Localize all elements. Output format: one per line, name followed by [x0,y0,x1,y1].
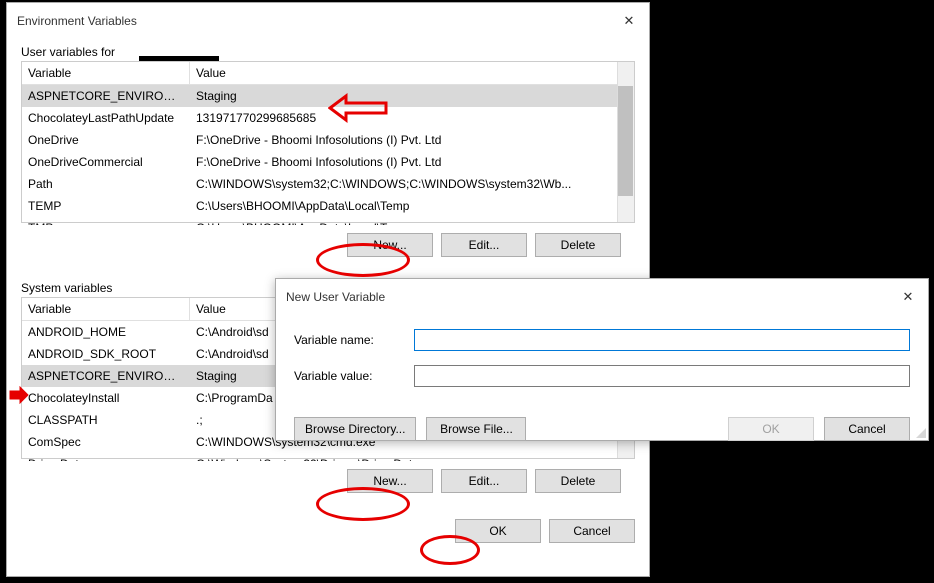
user-new-button[interactable]: New... [347,233,433,257]
system-vars-label: System variables [21,281,112,295]
cell-variable: ASPNETCORE_ENVIRONMENT [22,87,190,105]
cell-variable: ChocolateyLastPathUpdate [22,109,190,127]
cell-variable: OneDriveCommercial [22,153,190,171]
table-header: Variable Value [22,62,634,85]
table-row[interactable]: TEMPC:\Users\BHOOMI\AppData\Local\Temp [22,195,634,217]
browse-file-button[interactable]: Browse File... [426,417,526,441]
scrollbar[interactable] [617,62,634,222]
system-new-button[interactable]: New... [347,469,433,493]
var-name-label: Variable name: [294,333,414,347]
table-row[interactable]: DriverDataC:\Windows\System32\Drivers\Dr… [22,453,634,461]
dialog-body: Variable name: Variable value: [276,315,928,411]
dialog-ok-button[interactable]: OK [728,417,814,441]
system-edit-button[interactable]: Edit... [441,469,527,493]
close-icon[interactable]: ✕ [609,9,649,33]
cell-value: C:\Windows\System32\Drivers\DriverData [190,455,634,461]
table-row[interactable]: OneDriveF:\OneDrive - Bhoomi Infosolutio… [22,129,634,151]
cell-value: F:\OneDrive - Bhoomi Infosolutions (I) P… [190,153,634,171]
user-vars-group: User variables for Variable Value ASPNET… [21,45,635,263]
browse-dir-button[interactable]: Browse Directory... [294,417,416,441]
user-btn-row: New... Edit... Delete [21,223,635,263]
titlebar: Environment Variables ✕ [7,3,649,39]
table-row[interactable]: ChocolateyLastPathUpdate1319717702996856… [22,107,634,129]
cell-variable: TEMP [22,197,190,215]
resize-grip-icon[interactable] [914,426,926,438]
col-value[interactable]: Value [190,62,634,84]
cell-variable: ANDROID_HOME [22,323,190,341]
table-row[interactable]: TMPC:\Users\BHOOMI\AppData\Local\Temp [22,217,634,225]
var-value-label: Variable value: [294,369,414,383]
cell-variable: DriverData [22,455,190,461]
user-vars-table[interactable]: Variable Value ASPNETCORE_ENVIRONMENTSta… [21,61,635,223]
cell-value: F:\OneDrive - Bhoomi Infosolutions (I) P… [190,131,634,149]
table-row[interactable]: OneDriveCommercialF:\OneDrive - Bhoomi I… [22,151,634,173]
user-vars-label: User variables for [21,45,115,59]
system-delete-button[interactable]: Delete [535,469,621,493]
dialog-titlebar: New User Variable ✕ [276,279,928,315]
table-row[interactable]: PathC:\WINDOWS\system32;C:\WINDOWS;C:\WI… [22,173,634,195]
window-title: Environment Variables [17,14,137,28]
var-name-input[interactable] [414,329,910,351]
cell-variable: OneDrive [22,131,190,149]
cell-variable: ComSpec [22,433,190,451]
new-var-dialog: New User Variable ✕ Variable name: Varia… [275,278,929,441]
table-row[interactable]: ASPNETCORE_ENVIRONMENTStaging [22,85,634,107]
cell-variable: ASPNETCORE_ENVIRONMENT [22,367,190,385]
main-btn-row: OK Cancel [7,509,649,557]
cell-variable: ANDROID_SDK_ROOT [22,345,190,363]
user-edit-button[interactable]: Edit... [441,233,527,257]
dialog-btn-row: Browse Directory... Browse File... OK Ca… [276,411,928,453]
cell-variable: CLASSPATH [22,411,190,429]
cell-value: 131971770299685685 [190,109,634,127]
dialog-cancel-button[interactable]: Cancel [824,417,910,441]
cell-variable: ChocolateyInstall [22,389,190,407]
cell-variable: Path [22,175,190,193]
system-btn-row: New... Edit... Delete [21,459,635,499]
main-cancel-button[interactable]: Cancel [549,519,635,543]
close-icon[interactable]: ✕ [888,285,928,309]
cell-value: Staging [190,87,634,105]
cell-value: C:\Users\BHOOMI\AppData\Local\Temp [190,219,634,225]
col-variable[interactable]: Variable [22,298,190,320]
main-ok-button[interactable]: OK [455,519,541,543]
var-value-input[interactable] [414,365,910,387]
cell-variable: TMP [22,219,190,225]
cell-value: C:\Users\BHOOMI\AppData\Local\Temp [190,197,634,215]
dialog-title: New User Variable [286,290,385,304]
cell-value: C:\WINDOWS\system32;C:\WINDOWS;C:\WINDOW… [190,175,634,193]
user-delete-button[interactable]: Delete [535,233,621,257]
col-variable[interactable]: Variable [22,62,190,84]
